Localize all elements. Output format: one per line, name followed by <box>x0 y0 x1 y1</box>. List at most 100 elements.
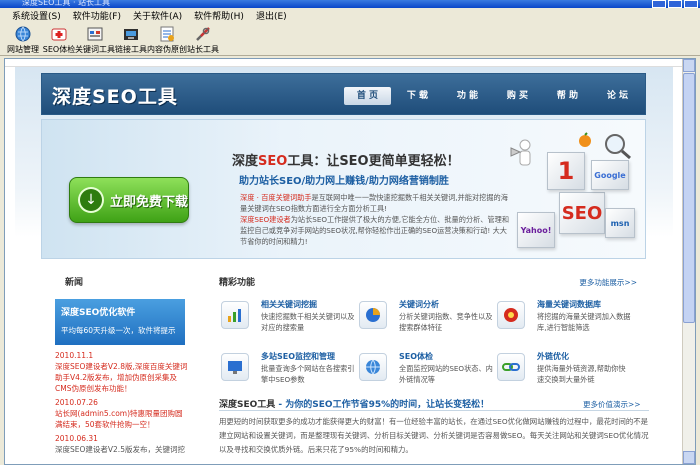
toolbar-label: 网站管理 <box>7 45 39 54</box>
toolbar-label: 站长工具 <box>187 45 219 54</box>
nav-help[interactable]: 帮 助 <box>544 87 591 105</box>
menu-bar: 系统设置(S) 软件功能(F) 关于软件(A) 软件帮助(H) 退出(E) <box>0 8 700 22</box>
frame-top-strip <box>5 59 695 67</box>
wrench-tools-icon <box>194 25 212 43</box>
nav-forum[interactable]: 论 坛 <box>594 87 641 105</box>
news-text[interactable]: 站长网(admin5.com)特惠限量团购圆满结束，50套软件抢购一空！ <box>55 408 190 430</box>
features-title: 精彩功能 <box>219 278 256 288</box>
toolbar-webmaster-tools-button[interactable]: 站长工具 <box>186 23 220 55</box>
content-icon <box>158 25 176 43</box>
vertical-scrollbar[interactable] <box>682 59 695 464</box>
banner-description: 深度 · 百度关键词助手是互联网中唯一一款快速挖掘数千相关关键词,并能对挖掘的海… <box>240 192 510 247</box>
search-engine-cubes-illustration: 1 SEO Google Yahoo! msn <box>507 132 637 256</box>
feature-title: 关键词分析 <box>399 300 439 309</box>
cube-google: Google <box>591 160 629 190</box>
link-chain-icon <box>497 353 525 381</box>
title-bar: 深度SEO工具 · 站长工具 <box>0 0 700 8</box>
feature-related-keywords[interactable]: 相关关键词挖掘 快速挖掘数千相关关键词以及对应的搜索量 <box>221 299 356 343</box>
toolbar-label: 内容伪原创 <box>147 45 187 54</box>
cube-number-one: 1 <box>547 152 585 190</box>
feature-desc: 全面监控网站的SEO状态、内外链情况等 <box>399 364 493 384</box>
menu-system-settings[interactable]: 系统设置(S) <box>6 9 67 22</box>
maximize-button[interactable] <box>668 0 682 8</box>
minimize-button[interactable] <box>652 0 666 8</box>
toolbar-content-rewrite-button[interactable]: 内容伪原创 <box>147 23 187 55</box>
feature-desc: 将挖掘的海量关键词加入数据库,进行智能筛选 <box>537 312 631 332</box>
headline-post: 工具：让SEO更简单更轻松！ <box>287 154 460 169</box>
cube-msn: msn <box>605 208 635 238</box>
slogan-pre: 深度SEO工具 <box>219 400 276 410</box>
news-item[interactable]: 2010.06.31 深度SEO建设者V2.5版发布，关键词挖 <box>55 434 190 455</box>
toolbar: 网站管理 SEO体检 关键词工具 链接工具 内容伪原创 站长工具 <box>0 22 700 56</box>
browser-frame: 深度SEO工具 首 页 下 载 功 能 购 买 帮 助 论 坛 ↓ 立即免费下载… <box>4 58 696 465</box>
free-download-button[interactable]: ↓ 立即免费下载 <box>69 177 189 223</box>
news-item[interactable]: 2010.11.1 深度SEO建设者V2.8版,深度百度关键词助手V4.2版发布… <box>55 351 190 394</box>
orange-fruit-icon <box>577 132 593 151</box>
toolbar-label: 关键词工具 <box>75 45 115 54</box>
slogan: 深度SEO工具 - 为你的SEO工作节省95%的时间，让站长变轻松！ <box>219 397 489 410</box>
toolbar-keyword-tool-button[interactable]: 关键词工具 <box>75 23 115 55</box>
globe-icon <box>14 25 32 43</box>
feature-title: 海量关键词数据库 <box>537 300 601 309</box>
headline-seo: SEO <box>258 154 288 169</box>
cube-yahoo: Yahoo! <box>517 212 555 248</box>
megaphone-figure-icon <box>507 138 537 175</box>
nav-features[interactable]: 功 能 <box>444 87 491 105</box>
news-date: 2010.11.1 <box>55 351 94 360</box>
intro-paragraph: 用更短的时间获取更多的成功才能获得更大的财富！有一位经验丰富的站长，在通过SEO… <box>219 417 649 454</box>
close-button[interactable] <box>684 0 698 8</box>
toolbar-label: SEO体检 <box>42 45 76 54</box>
site-header: 深度SEO工具 首 页 下 载 功 能 购 买 帮 助 论 坛 <box>41 73 646 115</box>
feature-title: SEO体检 <box>399 352 434 361</box>
menu-help[interactable]: 软件帮助(H) <box>188 9 250 22</box>
news-section: 新闻 深度SEO优化软件 平均每60天升级一次，软件将提示 2010.11.1 … <box>55 271 187 464</box>
site-logo[interactable]: 深度SEO工具 <box>52 82 178 109</box>
feature-keyword-analysis[interactable]: 关键词分析 分析关键词指数、竞争性以及搜索群体特征 <box>359 299 494 343</box>
news-box-subtitle: 平均每60天升级一次，软件将提示 <box>61 326 176 335</box>
scroll-thumb[interactable] <box>683 73 695 323</box>
news-list: 2010.11.1 深度SEO建设者V2.8版,深度百度关键词助手V4.2版发布… <box>55 351 190 459</box>
news-item[interactable]: 2010.07.26 站长网(admin5.com)特惠限量团购圆满结束，50套… <box>55 398 190 430</box>
nav-home[interactable]: 首 页 <box>344 87 391 105</box>
news-text[interactable]: 深度SEO建设者V2.8版,深度百度关键词助手V4.2版发布，增加伪原创采集及C… <box>55 361 190 394</box>
value-more-link[interactable]: 更多价值演示>> <box>583 399 641 410</box>
banner-headline: 深度SEO工具：让SEO更简单更轻松！ <box>232 150 460 169</box>
scroll-up-button[interactable] <box>683 59 695 72</box>
nav-buy[interactable]: 购 买 <box>494 87 541 105</box>
feature-desc: 批量查询多个网站在各搜索引擎中SEO参数 <box>261 364 355 384</box>
news-text[interactable]: 深度SEO建设者V2.5版发布，关键词挖 <box>55 444 190 455</box>
feature-keyword-database[interactable]: 海量关键词数据库 将挖掘的海量关键词加入数据库,进行智能筛选 <box>497 299 632 343</box>
menu-software-features[interactable]: 软件功能(F) <box>67 9 127 22</box>
site-nav: 首 页 下 载 功 能 购 买 帮 助 论 坛 <box>341 87 641 105</box>
slogan-main: - 为你的SEO工作节省95%的时间，让站长变轻松！ <box>275 400 490 410</box>
monitor-icon <box>221 353 249 381</box>
nav-download[interactable]: 下 载 <box>394 87 441 105</box>
scroll-down-button[interactable] <box>683 451 695 464</box>
desc-highlight-1[interactable]: 深度 · 百度关键词助手 <box>240 193 312 202</box>
desc-highlight-2[interactable]: 深度SEO建设者 <box>240 215 291 224</box>
news-date: 2010.06.31 <box>55 434 98 443</box>
feature-seo-checkup[interactable]: SEO体检 全面监控网站的SEO状态、内外链情况等 <box>359 351 494 395</box>
features-section: 精彩功能 更多功能展示>> 相关关键词挖掘 快速挖掘数千相关关键词以及对应的搜索… <box>215 271 645 391</box>
toolbar-seo-checkup-button[interactable]: SEO体检 <box>42 23 76 55</box>
download-label: 立即免费下载 <box>109 194 188 210</box>
menu-about[interactable]: 关于软件(A) <box>127 9 188 22</box>
hero-banner: ↓ 立即免费下载 深度SEO工具：让SEO更简单更轻松！ 助力站长SEO/助力网… <box>41 119 646 259</box>
app-window: 深度SEO工具 · 站长工具 系统设置(S) 软件功能(F) 关于软件(A) 软… <box>0 0 700 465</box>
web-page[interactable]: 深度SEO工具 首 页 下 载 功 能 购 买 帮 助 论 坛 ↓ 立即免费下载… <box>5 67 682 464</box>
toolbar-link-tool-button[interactable]: 链接工具 <box>114 23 148 55</box>
section-divider <box>219 410 649 411</box>
features-more-link[interactable]: 更多功能展示>> <box>579 277 637 288</box>
download-arrow-icon: ↓ <box>78 187 104 213</box>
database-icon <box>497 301 525 329</box>
feature-backlink-optimization[interactable]: 外链优化 提供海量外链资源,帮助你快速交换到大量外链 <box>497 351 632 395</box>
toolbar-site-management-button[interactable]: 网站管理 <box>6 23 40 55</box>
feature-multi-site-monitor[interactable]: 多站SEO监控和管理 批量查询多个网站在各搜索引擎中SEO参数 <box>221 351 356 395</box>
toolbar-label: 链接工具 <box>115 45 147 54</box>
cube-seo: SEO <box>559 192 605 234</box>
keyword-tool-icon <box>86 25 104 43</box>
magnifier-icon <box>603 132 633 163</box>
news-feature-box[interactable]: 深度SEO优化软件 平均每60天升级一次，软件将提示 <box>55 299 185 345</box>
menu-exit[interactable]: 退出(E) <box>250 9 293 22</box>
link-tool-icon <box>122 25 140 43</box>
